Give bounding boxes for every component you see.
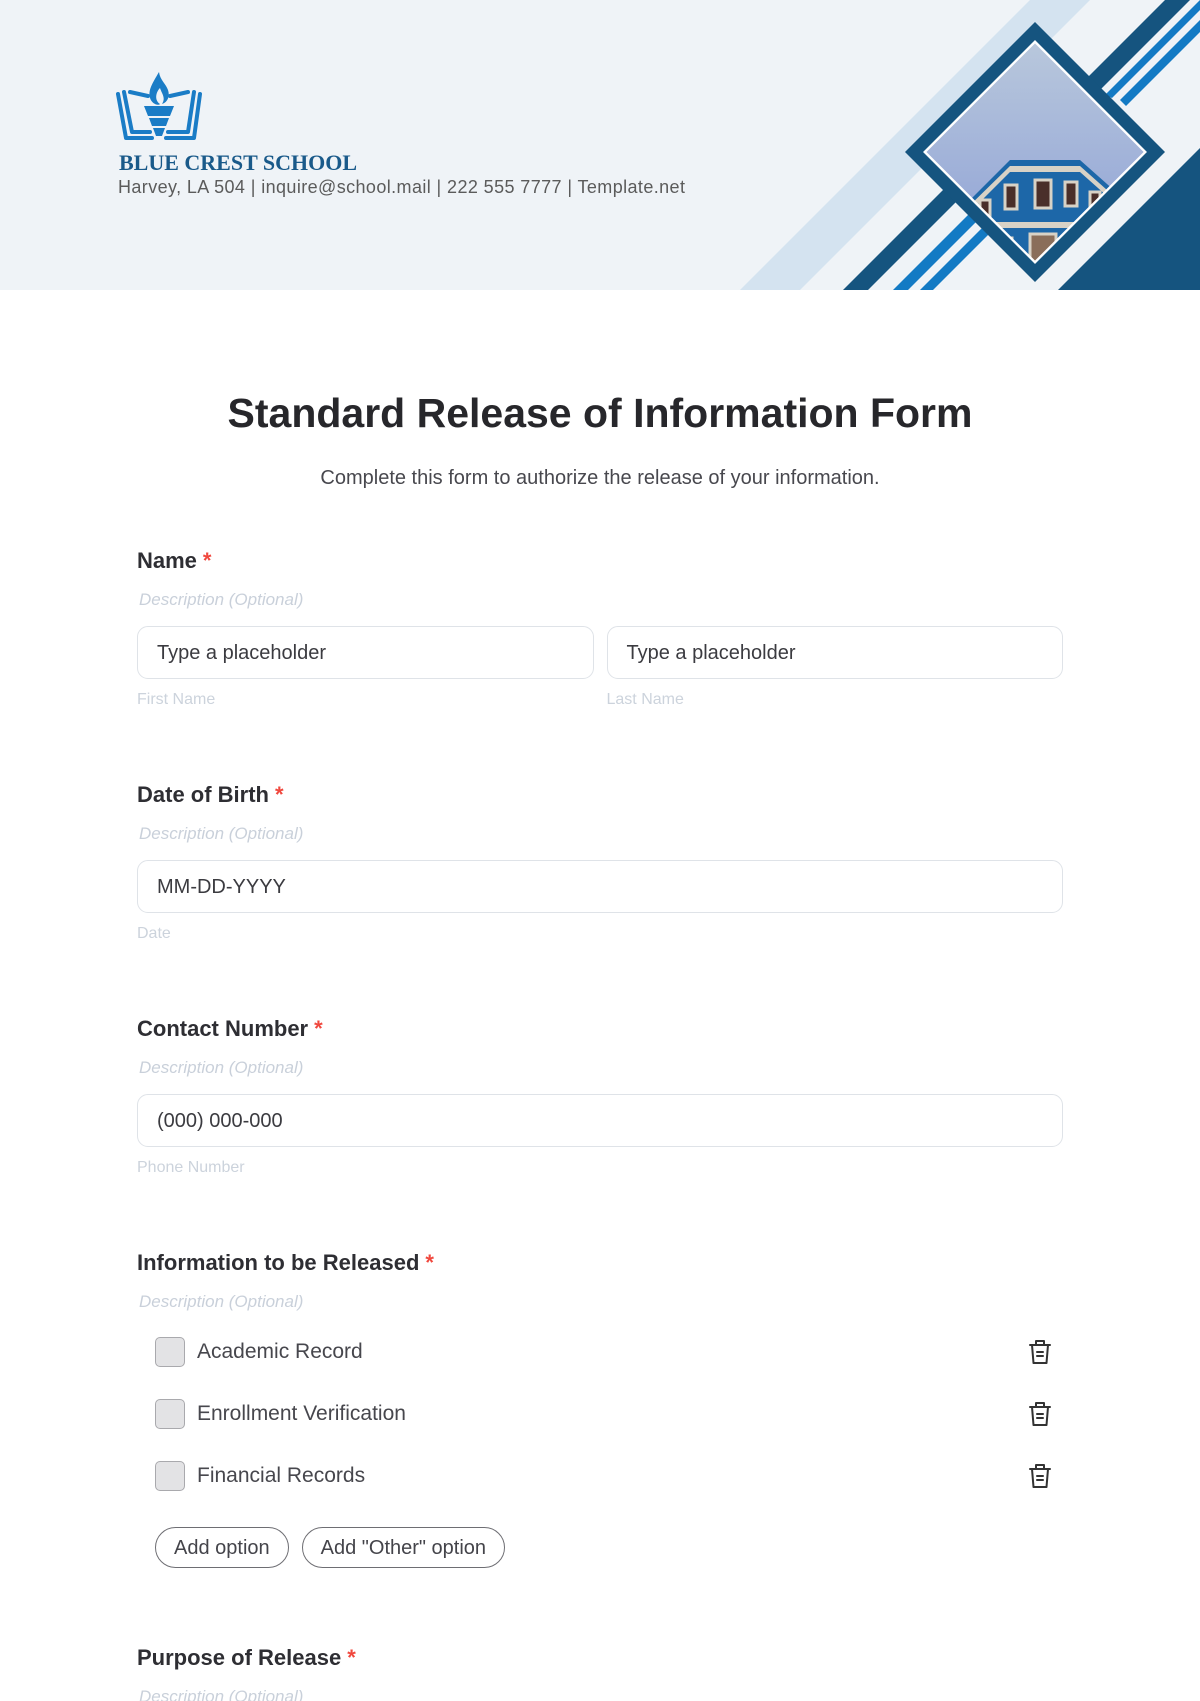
trash-icon[interactable] xyxy=(1027,1338,1053,1366)
checkbox[interactable] xyxy=(155,1337,185,1367)
trash-icon[interactable] xyxy=(1027,1462,1053,1490)
school-name: BLUE CREST SCHOOL xyxy=(119,150,358,175)
checkbox[interactable] xyxy=(155,1399,185,1429)
add-other-option-button[interactable]: Add "Other" option xyxy=(301,1527,506,1568)
torch-book-logo-icon xyxy=(116,72,202,140)
field-date-of-birth: Date of Birth * Description (Optional) MM… xyxy=(137,780,1063,945)
field-description[interactable]: Description (Optional) xyxy=(137,1685,1063,1701)
last-name-input[interactable]: Type a placeholder xyxy=(606,626,1063,679)
field-information-to-be-released: Information to be Released * Description … xyxy=(137,1248,1063,1568)
checkbox-option: Financial Records xyxy=(155,1458,1063,1494)
phone-number-input[interactable]: (000) 000-000 xyxy=(137,1094,1063,1147)
letterhead-banner: BLUE CREST SCHOOL Harvey, LA 504 | inqui… xyxy=(0,0,1200,290)
school-contact-line: Harvey, LA 504 | inquire@school.mail | 2… xyxy=(118,177,686,197)
last-name-sublabel: Last Name xyxy=(606,691,684,708)
option-label[interactable]: Enrollment Verification xyxy=(197,1402,406,1426)
field-description[interactable]: Description (Optional) xyxy=(137,1290,1063,1314)
field-name: Name * Description (Optional) Type a plac… xyxy=(137,546,1063,711)
field-description[interactable]: Description (Optional) xyxy=(137,822,1063,846)
field-label: Purpose of Release * xyxy=(137,1645,356,1670)
option-label[interactable]: Financial Records xyxy=(197,1464,365,1488)
field-label: Contact Number * xyxy=(137,1016,323,1041)
add-option-button[interactable]: Add option xyxy=(155,1527,289,1568)
checkbox-option: Enrollment Verification xyxy=(155,1396,1063,1432)
required-asterisk: * xyxy=(425,1250,434,1275)
trash-icon[interactable] xyxy=(1027,1400,1053,1428)
field-purpose-of-release: Purpose of Release * Description (Optiona… xyxy=(137,1643,1063,1701)
stripe-blue-2 xyxy=(1120,20,1200,106)
option-label[interactable]: Academic Record xyxy=(197,1340,363,1364)
field-label: Date of Birth * xyxy=(137,782,284,807)
checkbox[interactable] xyxy=(155,1461,185,1491)
field-label: Information to be Released * xyxy=(137,1250,434,1275)
first-name-sublabel: First Name xyxy=(137,691,216,708)
field-label: Name * xyxy=(137,548,212,573)
field-contact-number: Contact Number * Description (Optional) (… xyxy=(137,1014,1063,1179)
required-asterisk: * xyxy=(275,782,284,807)
decorative-stripes xyxy=(740,0,1200,290)
checkbox-option: Academic Record xyxy=(155,1334,1063,1370)
required-asterisk: * xyxy=(314,1016,323,1041)
field-description[interactable]: Description (Optional) xyxy=(137,1056,1063,1080)
first-name-input[interactable]: Type a placeholder xyxy=(137,626,594,679)
date-sublabel: Date xyxy=(137,925,171,942)
required-asterisk: * xyxy=(202,548,212,573)
phone-number-sublabel: Phone Number xyxy=(137,1159,245,1176)
date-of-birth-input[interactable]: MM-DD-YYYY xyxy=(137,860,1063,913)
form-title: Standard Release of Information Form xyxy=(227,390,973,436)
required-asterisk: * xyxy=(347,1645,356,1670)
field-description[interactable]: Description (Optional) xyxy=(137,588,1063,612)
form-subtitle: Complete this form to authorize the rele… xyxy=(320,467,880,489)
